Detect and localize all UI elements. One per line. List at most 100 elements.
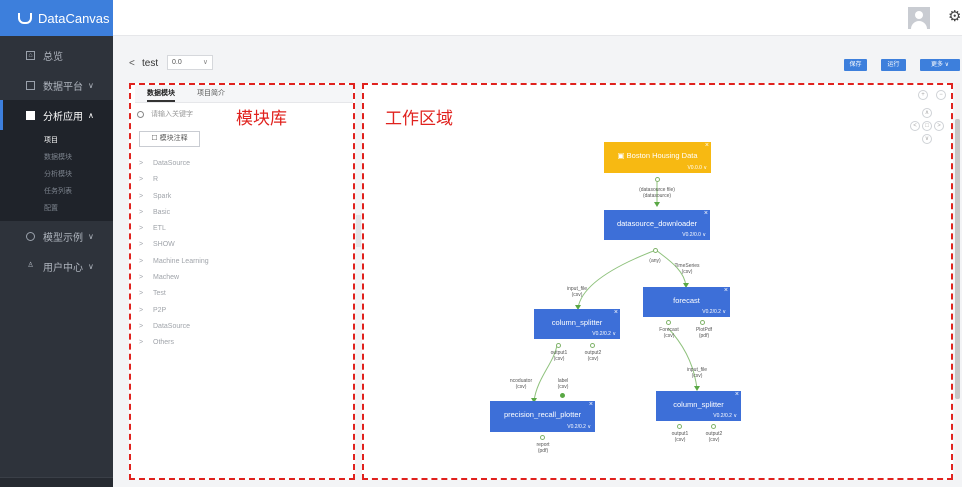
close-icon[interactable]: × (705, 142, 709, 149)
module-library-panel: 数据模块 项目简介 请输入关键字 ☐ 模块注释 > DataSource > R >… (129, 83, 355, 480)
module-group-item[interactable]: > Basic (139, 205, 349, 221)
avatar[interactable] (908, 7, 930, 29)
module-group-label: ETL (153, 225, 166, 233)
module-group-item[interactable]: > Machine Learning (139, 254, 349, 270)
run-button[interactable]: 运行 (881, 59, 906, 71)
node-label: column_splitter (673, 400, 724, 409)
module-annotation-button[interactable]: ☐ 模块注释 (139, 131, 200, 147)
port-label: Forecast (csv) (659, 327, 679, 339)
node-version-text: V0.2/0.2 (592, 331, 611, 337)
module-group-item[interactable]: > SHOW (139, 237, 349, 253)
chevron-down-icon: ∨ (88, 261, 94, 271)
module-group-item[interactable]: > ETL (139, 221, 349, 237)
gear-icon[interactable]: ⚙ (948, 9, 962, 25)
node-boston-housing-data[interactable]: × ▣ Boston Housing Data V0.0.0 ∨ (604, 142, 711, 173)
chevron-right-icon: > (139, 160, 144, 167)
node-label: precision_recall_plotter (503, 410, 582, 419)
module-group-item[interactable]: > Machew (139, 270, 349, 286)
node-version[interactable]: V0.2/0.2 ∨ (702, 309, 726, 315)
back-button[interactable]: < (129, 58, 135, 69)
subnav-item-data-modules[interactable]: 数据模块 (0, 149, 113, 166)
sidebar-item-label: 模型示例 (43, 232, 83, 244)
module-group-item[interactable]: > P2P (139, 303, 349, 319)
cup-logo-icon (18, 12, 32, 24)
subnav-item-analysis-modules[interactable]: 分析模块 (0, 166, 113, 183)
subnav-item-project[interactable]: 项目 (0, 132, 113, 149)
port-label: output2 (csv) (584, 350, 602, 362)
subnav: 项目 数据模块 分析模块 任务列表 配置 (0, 130, 113, 221)
node-version-text: V0.2/0.2 (567, 424, 586, 430)
node-column-splitter-1[interactable]: × column_splitter V0.2/0.2 ∨ (534, 309, 620, 339)
port-output[interactable] (653, 248, 658, 253)
module-group-item[interactable]: > Others (139, 335, 349, 351)
user-icon: ♙ (27, 261, 34, 269)
node-label: ▣ Boston Housing Data (604, 151, 711, 160)
save-button[interactable]: 保存 (844, 59, 867, 71)
port-output[interactable] (700, 320, 705, 325)
module-group-item[interactable]: > R (139, 172, 349, 188)
node-version[interactable]: V0.2/0.2 ∨ (592, 331, 616, 337)
sidebar-item-user-center[interactable]: ♙ 用户中心 ∨ (0, 251, 113, 281)
chevron-right-icon: > (139, 176, 144, 184)
chevron-right-icon: > (139, 192, 144, 200)
home-icon: ⌂ (26, 50, 35, 60)
topbar: ⚙ (113, 0, 962, 36)
scrollbar-thumb[interactable] (955, 119, 960, 399)
node-version-text: V0.0.0 (687, 165, 702, 171)
node-forecast[interactable]: × forecast V0.2/0.2 ∨ (643, 287, 730, 317)
version-select[interactable]: 0.0 ∨ (167, 55, 213, 70)
node-datasource-downloader[interactable]: × datasource_downloader V0.2/0.0 ∨ (604, 210, 710, 240)
module-group-item[interactable]: > Spark (139, 189, 349, 205)
chevron-right-icon: > (139, 290, 144, 298)
port-output[interactable] (540, 435, 545, 440)
module-group-item[interactable]: > DataSource (139, 319, 349, 335)
brand-logo[interactable]: DataCanvas (0, 0, 113, 36)
more-button[interactable]: 更多 ∨ (920, 59, 960, 71)
module-group-label: DataSource (153, 322, 190, 330)
tab-data-modules[interactable]: 数据模块 (147, 88, 175, 102)
port-label: (any) (649, 258, 661, 264)
node-label: datasource_downloader (616, 219, 698, 228)
vertical-scrollbar[interactable] (955, 83, 960, 480)
subnav-item-task-list[interactable]: 任务列表 (0, 183, 113, 200)
close-icon[interactable]: × (589, 401, 593, 408)
node-version[interactable]: V0.2/0.0 ∨ (682, 232, 706, 238)
sidebar-item-model-examples[interactable]: 模型示例 ∨ (0, 221, 113, 251)
node-label-text: Boston Housing Data (626, 151, 698, 160)
port-output[interactable] (556, 343, 561, 348)
close-icon[interactable]: × (704, 210, 708, 217)
port-label: output1 (csv) (550, 350, 568, 362)
node-version[interactable]: V0.2/0.2 ∨ (567, 424, 591, 430)
sidebar-item-analysis-apps[interactable]: 分析应用 ∧ (0, 100, 113, 130)
port-label: input_file (csv) (686, 367, 707, 379)
node-version[interactable]: V0.2/0.2 ∨ (713, 413, 737, 419)
panel-resize-handle[interactable] (356, 215, 361, 247)
database-icon: ▣ (617, 151, 627, 160)
edit-icon: ☐ (151, 135, 160, 142)
port-input[interactable] (560, 393, 565, 398)
close-icon[interactable]: × (614, 309, 618, 316)
module-group-item[interactable]: > Test (139, 286, 349, 302)
chevron-right-icon: > (139, 322, 144, 330)
module-group-item[interactable]: > DataSource (139, 156, 349, 172)
node-version[interactable]: V0.0.0 ∨ (687, 165, 707, 171)
close-icon[interactable]: × (724, 287, 728, 294)
port-output[interactable] (655, 177, 660, 182)
module-group-label: Others (153, 339, 175, 347)
database-icon (26, 80, 35, 90)
port-output[interactable] (677, 424, 682, 429)
sidebar-item-data-platform[interactable]: 数据平台 ∨ (0, 70, 113, 100)
module-list: > DataSource > R > Spark > Basic > ETL > SHOW … (139, 156, 349, 352)
node-precision-recall-plotter[interactable]: × precision_recall_plotter V0.2/0.2 ∨ (490, 401, 595, 432)
sidebar-item-overview[interactable]: ⌂ 总览 (0, 40, 113, 70)
port-label: output2 (csv) (705, 431, 723, 443)
version-value: 0.0 (172, 59, 182, 66)
port-output[interactable] (711, 424, 716, 429)
subnav-item-config[interactable]: 配置 (0, 200, 113, 217)
port-output[interactable] (666, 320, 671, 325)
tab-project-intro[interactable]: 项目简介 (197, 88, 225, 102)
node-column-splitter-2[interactable]: × column_splitter V0.2/0.2 ∨ (656, 391, 741, 421)
port-output[interactable] (590, 343, 595, 348)
close-icon[interactable]: × (735, 391, 739, 398)
module-group-label: Machine Learning (153, 257, 209, 265)
